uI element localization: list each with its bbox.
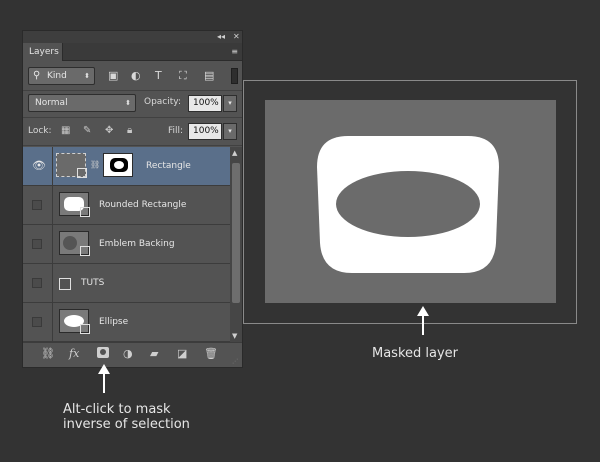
shape-preview-icon — [63, 236, 77, 250]
layer-row-ellipse[interactable]: Ellipse — [23, 303, 230, 342]
emblem-shape — [317, 136, 499, 273]
arrow-up-icon — [417, 306, 429, 335]
layer-row-emblem-backing[interactable]: Emblem Backing — [23, 225, 230, 264]
hidden-checkbox[interactable] — [32, 317, 42, 327]
folder-icon[interactable]: ▰ — [150, 348, 158, 360]
link-chain-icon[interactable]: ⛓ — [90, 160, 100, 169]
updown-arrows-icon: ⬍ — [125, 99, 131, 107]
shape-layer-icon — [59, 278, 71, 290]
layer-name: TUTS — [81, 278, 105, 288]
visibility-toggle[interactable]: 👁︎ — [23, 147, 53, 185]
panel-title-bar: ◂◂ ✕ — [23, 31, 242, 43]
fill-input[interactable]: 100% — [188, 123, 222, 140]
scroll-up-icon[interactable]: ▲ — [232, 149, 237, 157]
visibility-toggle[interactable] — [23, 225, 53, 263]
adjustment-filter-icon[interactable]: ◐ — [131, 70, 141, 82]
layer-row-rounded-rectangle[interactable]: Rounded Rectangle — [23, 186, 230, 225]
blend-row: Normal ⬍ Opacity: 100% ▾ — [23, 91, 242, 117]
layer-name: Emblem Backing — [99, 239, 175, 249]
visibility-toggle[interactable] — [23, 303, 53, 341]
shape-layer-icon — [77, 168, 87, 178]
blend-mode-value: Normal — [35, 98, 68, 108]
fx-icon[interactable]: fx — [69, 348, 79, 360]
scroll-down-icon[interactable]: ▼ — [232, 332, 237, 340]
filter-kind-label: Kind — [47, 71, 67, 81]
layer-row-tuts[interactable]: TUTS — [23, 264, 230, 303]
shape-filter-icon[interactable]: ⛶ — [179, 70, 187, 82]
image-filter-icon[interactable]: ▣ — [108, 70, 118, 82]
filter-row: ⚲ Kind ⬍ ▣ ◐ T ⛶ ▤ — [23, 62, 242, 90]
arrow-up-icon — [98, 364, 110, 393]
panel-menu-icon[interactable]: ≡ — [231, 47, 238, 56]
masked-layer-label: Masked layer — [372, 346, 459, 361]
search-icon: ⚲ — [33, 70, 41, 81]
alt-click-line-1: Alt-click to mask — [63, 402, 171, 417]
panel-footer: ⛓ fx ◑ ▰ ◪ 🗑︎ ⋰ — [23, 342, 242, 367]
visibility-toggle[interactable] — [23, 264, 53, 302]
fill-label: Fill: — [168, 126, 184, 136]
eye-icon: 👁︎ — [32, 159, 46, 172]
updown-arrows-icon: ⬍ — [84, 72, 90, 80]
layer-row-rectangle[interactable]: 👁︎ ⛓ Rectangle — [23, 147, 230, 186]
layer-name: Ellipse — [99, 317, 129, 327]
scrollbar-thumb[interactable] — [232, 163, 240, 303]
filter-toggle-switch[interactable] — [231, 68, 238, 84]
add-layer-mask-icon[interactable] — [97, 347, 109, 358]
layer-name: Rectangle — [146, 161, 191, 171]
layer-thumbnail — [59, 231, 90, 256]
hidden-checkbox[interactable] — [32, 239, 42, 249]
divider — [23, 117, 242, 118]
layer-mask-thumbnail[interactable] — [103, 153, 133, 177]
hidden-checkbox[interactable] — [32, 278, 42, 288]
blend-mode-select[interactable]: Normal ⬍ — [28, 94, 136, 112]
layer-thumbnail — [59, 192, 90, 217]
fill-dropdown-icon[interactable]: ▾ — [223, 123, 237, 140]
lock-label: Lock: — [28, 126, 52, 136]
lock-brush-icon[interactable]: ✎ — [83, 125, 91, 136]
opacity-input[interactable]: 100% — [188, 95, 222, 112]
layers-scrollbar[interactable]: ▲ ▼ — [230, 147, 242, 342]
ellipse-cutout-shape — [336, 171, 480, 237]
layers-panel: ◂◂ ✕ Layers ≡ ⚲ Kind ⬍ ▣ ◐ T ⛶ ▤ Normal … — [22, 30, 243, 368]
opacity-dropdown-icon[interactable]: ▾ — [223, 95, 237, 112]
tab-layers[interactable]: Layers — [23, 43, 63, 61]
divider — [23, 145, 242, 146]
panel-tab-bar: Layers ≡ — [23, 43, 242, 61]
lock-row: Lock: ▦ ✎ ✥ 🔒︎ Fill: 100% ▾ — [23, 119, 242, 145]
smart-object-filter-icon[interactable]: ▤ — [204, 70, 214, 82]
filter-kind-select[interactable]: ⚲ Kind ⬍ — [28, 67, 95, 85]
shape-layer-icon — [80, 324, 90, 334]
layer-thumbnail — [56, 153, 87, 178]
new-layer-icon[interactable]: ◪ — [177, 348, 187, 360]
lock-position-icon[interactable]: ✥ — [105, 125, 113, 136]
layer-name: Rounded Rectangle — [99, 200, 187, 210]
shape-layer-icon — [80, 207, 90, 217]
hidden-checkbox[interactable] — [32, 200, 42, 210]
adjustment-layer-icon[interactable]: ◑ — [123, 348, 133, 360]
close-panel-icon[interactable]: ✕ — [233, 31, 240, 42]
lock-all-icon[interactable]: 🔒︎ — [127, 125, 132, 136]
opacity-label: Opacity: — [144, 97, 181, 107]
collapse-panel-icon[interactable]: ◂◂ — [217, 31, 225, 42]
alt-click-line-2: inverse of selection — [63, 417, 190, 432]
visibility-toggle[interactable] — [23, 186, 53, 224]
link-layers-icon[interactable]: ⛓ — [41, 348, 55, 360]
alt-click-label: Alt-click to mask inverse of selection — [63, 402, 190, 432]
layers-list: 👁︎ ⛓ Rectangle Rounded Rectangle Emblem … — [23, 147, 230, 342]
type-filter-icon[interactable]: T — [155, 70, 162, 82]
trash-icon[interactable]: 🗑︎ — [204, 348, 218, 360]
layer-thumbnail — [59, 309, 90, 334]
resize-grip-icon[interactable]: ⋰ — [232, 358, 238, 365]
shape-layer-icon — [80, 246, 90, 256]
mask-shape-icon — [110, 158, 128, 172]
layer-thumbnail — [59, 270, 73, 294]
lock-transparency-icon[interactable]: ▦ — [61, 125, 70, 136]
